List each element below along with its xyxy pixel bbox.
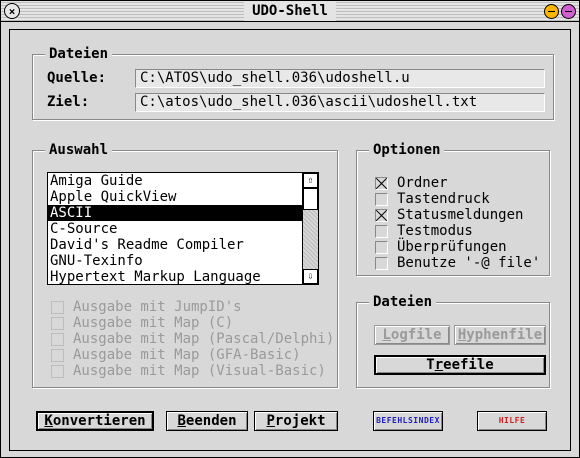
checkbox-checked-icon bbox=[375, 208, 388, 222]
option-checkbox[interactable]: Statusmeldungen bbox=[375, 207, 523, 223]
auswahl-group: Auswahl Amiga Guide Apple QuickView ASCII C… bbox=[32, 142, 338, 388]
title-bar[interactable]: × UDO-Shell bbox=[1, 1, 579, 22]
checkbox-box bbox=[375, 240, 388, 254]
optionen-group: Optionen Ordner Tastendruck Statusmeldunge… bbox=[356, 142, 550, 276]
window-title: UDO-Shell bbox=[244, 2, 336, 21]
format-list-item[interactable]: David's Readme Compiler bbox=[48, 237, 302, 253]
dateien-group: Dateien Quelle: C:\ATOS\udo_shell.036\ud… bbox=[32, 46, 554, 120]
konvertieren-button[interactable]: Konvertieren bbox=[36, 411, 154, 431]
option-checkbox[interactable]: Testmodus bbox=[375, 223, 473, 239]
scroll-track[interactable] bbox=[303, 210, 318, 269]
map-option-checkbox[interactable]: Ausgabe mit Map (C) bbox=[51, 315, 233, 331]
dateien-right-group-label: Dateien bbox=[369, 294, 437, 310]
dateien-group-label: Dateien bbox=[45, 46, 113, 62]
format-list-item[interactable]: Apple QuickView bbox=[48, 189, 302, 205]
option-checkbox[interactable]: Ordner bbox=[375, 175, 448, 191]
map-option-checkbox[interactable]: Ausgabe mit Map (Pascal/Delphi) bbox=[51, 331, 334, 347]
hilfe-button[interactable]: HILFE bbox=[477, 411, 547, 431]
map-option-label: Ausgabe mit Map (Pascal/Delphi) bbox=[73, 331, 335, 347]
format-list[interactable]: Amiga Guide Apple QuickView ASCII C-Source D… bbox=[47, 172, 319, 285]
map-option-label: Ausgabe mit Map (C) bbox=[73, 315, 234, 331]
format-list-item[interactable]: Hypertext Markup Language bbox=[48, 269, 302, 284]
udo-shell-window: × UDO-Shell Dateien Quelle: C:\ATOS\udo_… bbox=[0, 0, 580, 458]
checkbox-box bbox=[375, 192, 388, 206]
dialog-content: Dateien Quelle: C:\ATOS\udo_shell.036\ud… bbox=[9, 29, 571, 451]
map-option-checkbox[interactable]: Ausgabe mit JumpID's bbox=[51, 299, 242, 315]
ziel-field[interactable]: C:\atos\udo_shell.036\ascii\udoshell.txt bbox=[135, 93, 545, 112]
hyphenfile-button[interactable]: Hyphenfile bbox=[454, 325, 546, 345]
optionen-group-label: Optionen bbox=[369, 142, 445, 158]
ziel-label: Ziel: bbox=[47, 94, 90, 110]
checkbox-box bbox=[51, 332, 64, 346]
dateien-right-group: Dateien Logfile Hyphenfile Treefile bbox=[356, 294, 550, 388]
option-label: Tastendruck bbox=[397, 191, 490, 207]
logfile-button[interactable]: Logfile bbox=[374, 325, 450, 345]
format-list-item[interactable]: Amiga Guide bbox=[48, 173, 302, 189]
option-label: Statusmeldungen bbox=[397, 207, 524, 223]
checkbox-box bbox=[51, 316, 64, 330]
maximize-icon[interactable] bbox=[561, 4, 576, 19]
checkbox-checked-icon bbox=[375, 176, 388, 190]
checkbox-box bbox=[51, 348, 64, 362]
format-list-item[interactable]: C-Source bbox=[48, 221, 302, 237]
quelle-label: Quelle: bbox=[47, 70, 107, 86]
close-icon[interactable]: × bbox=[4, 3, 20, 19]
scroll-thumb[interactable] bbox=[303, 188, 318, 210]
map-option-checkbox[interactable]: Ausgabe mit Map (GFA-Basic) bbox=[51, 347, 301, 363]
option-checkbox[interactable]: Tastendruck bbox=[375, 191, 490, 207]
option-label: Überprüfungen bbox=[397, 239, 507, 255]
format-list-item[interactable]: ASCII bbox=[48, 205, 302, 221]
format-list-scrollbar[interactable]: ⇧ ⇩ bbox=[302, 173, 318, 284]
option-label: Benutze '-@ file' bbox=[397, 255, 541, 271]
checkbox-box bbox=[51, 364, 64, 378]
quelle-field[interactable]: C:\ATOS\udo_shell.036\udoshell.u bbox=[135, 69, 545, 88]
format-list-items: Amiga Guide Apple QuickView ASCII C-Source D… bbox=[48, 173, 302, 284]
checkbox-box bbox=[375, 224, 388, 238]
option-checkbox[interactable]: Überprüfungen bbox=[375, 239, 507, 255]
option-label: Ordner bbox=[397, 175, 448, 191]
format-list-item[interactable]: GNU-Texinfo bbox=[48, 253, 302, 269]
map-option-label: Ausgabe mit JumpID's bbox=[73, 299, 242, 315]
option-checkbox[interactable]: Benutze '-@ file' bbox=[375, 255, 540, 271]
map-option-label: Ausgabe mit Map (Visual-Basic) bbox=[73, 363, 326, 379]
projekt-button[interactable]: Projekt bbox=[254, 411, 338, 431]
map-option-checkbox[interactable]: Ausgabe mit Map (Visual-Basic) bbox=[51, 363, 326, 379]
befehlsindex-button[interactable]: BEFEHLSINDEX bbox=[373, 411, 443, 431]
scroll-up-arrow-icon[interactable]: ⇧ bbox=[303, 173, 318, 188]
map-option-label: Ausgabe mit Map (GFA-Basic) bbox=[73, 347, 301, 363]
auswahl-group-label: Auswahl bbox=[45, 142, 113, 158]
beenden-button[interactable]: Beenden bbox=[166, 411, 248, 431]
treefile-button[interactable]: Treefile bbox=[374, 355, 546, 375]
checkbox-box bbox=[51, 300, 64, 314]
scroll-down-arrow-icon[interactable]: ⇩ bbox=[303, 269, 318, 284]
checkbox-box bbox=[375, 256, 388, 270]
minimize-icon[interactable] bbox=[544, 4, 559, 19]
option-label: Testmodus bbox=[397, 223, 473, 239]
